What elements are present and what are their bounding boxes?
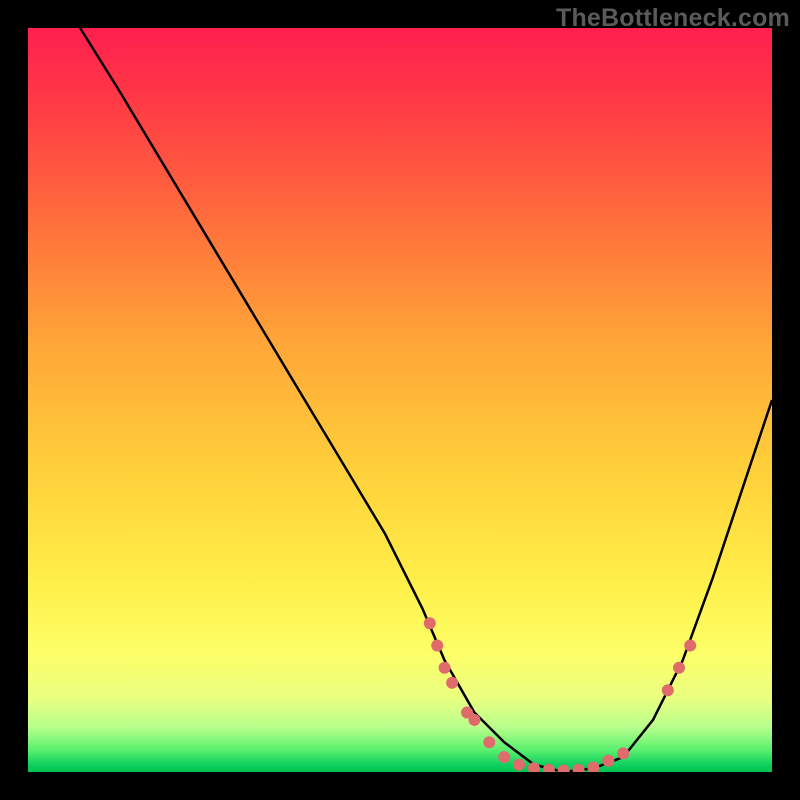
highlight-dot [617,747,629,759]
highlight-dot [431,640,443,652]
highlight-dot [602,755,614,767]
highlight-dot [558,765,570,773]
highlight-dot [498,751,510,763]
highlight-dot [662,684,674,696]
bottleneck-curve [80,28,772,772]
highlight-dot [446,677,458,689]
plot-area [28,28,772,772]
chart-svg [28,28,772,772]
highlight-dot [684,640,696,652]
highlight-dot [587,762,599,773]
highlight-dot [528,762,540,772]
highlight-dot [483,736,495,748]
highlight-dot [424,617,436,629]
highlight-dot [468,714,480,726]
highlight-dot [543,764,555,772]
highlight-dot [673,662,685,674]
chart-frame: TheBottleneck.com [0,0,800,800]
highlight-dot [439,662,451,674]
highlight-dot [573,764,585,772]
highlight-dot [513,759,525,771]
